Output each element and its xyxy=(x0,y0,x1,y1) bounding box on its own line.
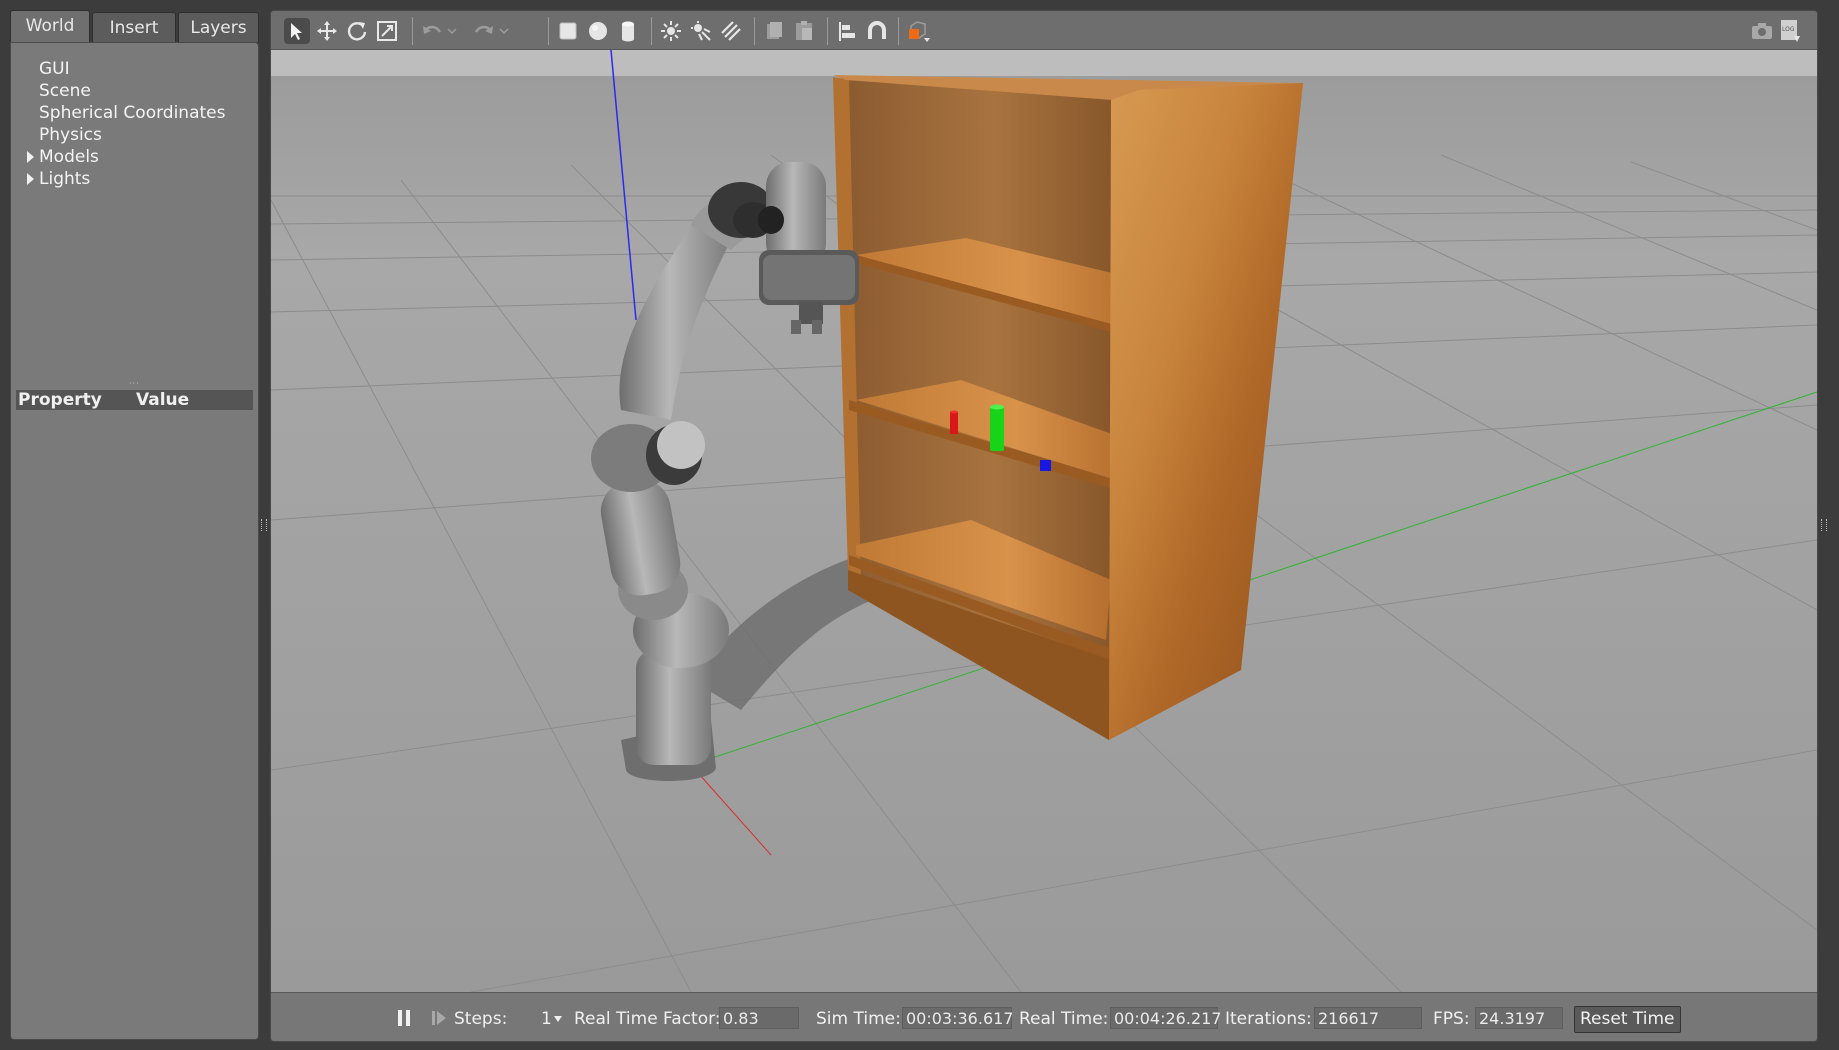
real-time-field: 00:04:26.217 xyxy=(1110,1007,1221,1029)
rtf-field: 0.83 xyxy=(719,1007,799,1029)
tree-item-models[interactable]: Models xyxy=(27,146,99,168)
pause-icon[interactable] xyxy=(391,1005,417,1031)
paste-icon[interactable] xyxy=(791,18,817,44)
tree-item-label: Lights xyxy=(39,169,91,189)
expand-arrow-icon[interactable] xyxy=(27,151,34,163)
tree-item-physics[interactable]: Physics xyxy=(39,124,102,146)
steps-label: Steps: xyxy=(454,1009,508,1029)
main-window: LOG Steps: 1 Real Time Factor: 0.83 Sim … xyxy=(270,10,1818,1042)
sim-time-label: Sim Time: xyxy=(816,1009,901,1029)
expand-arrow-icon[interactable] xyxy=(27,173,34,185)
tab-layers[interactable]: Layers xyxy=(178,12,259,42)
step-forward-icon[interactable] xyxy=(426,1005,452,1031)
point-light-icon[interactable] xyxy=(658,18,684,44)
svg-text:LOG: LOG xyxy=(1782,26,1795,33)
panel-tabs: World Insert Layers xyxy=(10,10,259,43)
splitter-grip-icon[interactable]: ··· xyxy=(129,379,139,388)
sim-time-field: 00:03:36.617 xyxy=(902,1007,1013,1029)
tree-item-label: Physics xyxy=(39,125,102,145)
align-icon[interactable] xyxy=(834,18,860,44)
undo-icon[interactable] xyxy=(419,18,445,44)
scale-icon[interactable] xyxy=(374,18,400,44)
toolbar: LOG xyxy=(271,11,1817,50)
spot-light-icon[interactable] xyxy=(688,18,714,44)
rotate-icon[interactable] xyxy=(344,18,370,44)
left-splitter-handle[interactable] xyxy=(261,519,267,531)
tree-item-lights[interactable]: Lights xyxy=(27,168,91,190)
value-column-header: Value xyxy=(136,390,190,410)
select-arrow-icon[interactable] xyxy=(284,18,310,44)
iterations-label: Iterations: xyxy=(1225,1009,1312,1029)
undo-history-chevron-down-icon[interactable] xyxy=(445,18,459,44)
world-tree: GUI Scene Spherical Coordinates Physics … xyxy=(10,42,259,1040)
steps-value[interactable]: 1 xyxy=(541,1009,552,1029)
tree-item-scene[interactable]: Scene xyxy=(39,80,91,102)
log-icon[interactable]: LOG xyxy=(1777,18,1803,44)
tab-insert[interactable]: Insert xyxy=(92,12,176,42)
tree-item-spherical-coordinates[interactable]: Spherical Coordinates xyxy=(39,102,225,124)
tree-item-label: Models xyxy=(39,147,99,167)
status-bar: Steps: 1 Real Time Factor: 0.83 Sim Time… xyxy=(271,992,1817,1041)
tree-item-gui[interactable]: GUI xyxy=(39,58,70,80)
fps-field: 24.3197 xyxy=(1475,1007,1563,1029)
steps-chevron-down-icon[interactable] xyxy=(554,1016,562,1022)
left-panel: World Insert Layers GUI Scene Spherical … xyxy=(10,10,259,1040)
box-shape-icon[interactable] xyxy=(555,18,581,44)
directional-light-icon[interactable] xyxy=(718,18,744,44)
real-time-label: Real Time: xyxy=(1019,1009,1109,1029)
cylinder-shape-icon[interactable] xyxy=(615,18,641,44)
redo-icon[interactable] xyxy=(471,18,497,44)
view-angle-icon[interactable] xyxy=(905,18,931,44)
3d-viewport[interactable] xyxy=(271,50,1817,992)
right-splitter-handle[interactable] xyxy=(1821,519,1827,531)
reset-time-button[interactable]: Reset Time xyxy=(1574,1006,1681,1033)
tree-item-label: Spherical Coordinates xyxy=(39,103,226,123)
redo-history-chevron-down-icon[interactable] xyxy=(497,18,511,44)
copy-icon[interactable] xyxy=(761,18,787,44)
rtf-label: Real Time Factor: xyxy=(574,1009,721,1029)
tab-world[interactable]: World xyxy=(10,10,90,43)
sphere-shape-icon[interactable] xyxy=(585,18,611,44)
iterations-field: 216617 xyxy=(1314,1007,1422,1029)
property-table-header: Property Value xyxy=(16,390,253,410)
fps-label: FPS: xyxy=(1433,1009,1470,1029)
property-column-header: Property xyxy=(18,390,102,410)
tree-item-label: Scene xyxy=(39,81,91,101)
tree-item-label: GUI xyxy=(39,59,70,79)
translate-icon[interactable] xyxy=(314,18,340,44)
snap-icon[interactable] xyxy=(864,18,890,44)
screenshot-icon[interactable] xyxy=(1749,18,1775,44)
